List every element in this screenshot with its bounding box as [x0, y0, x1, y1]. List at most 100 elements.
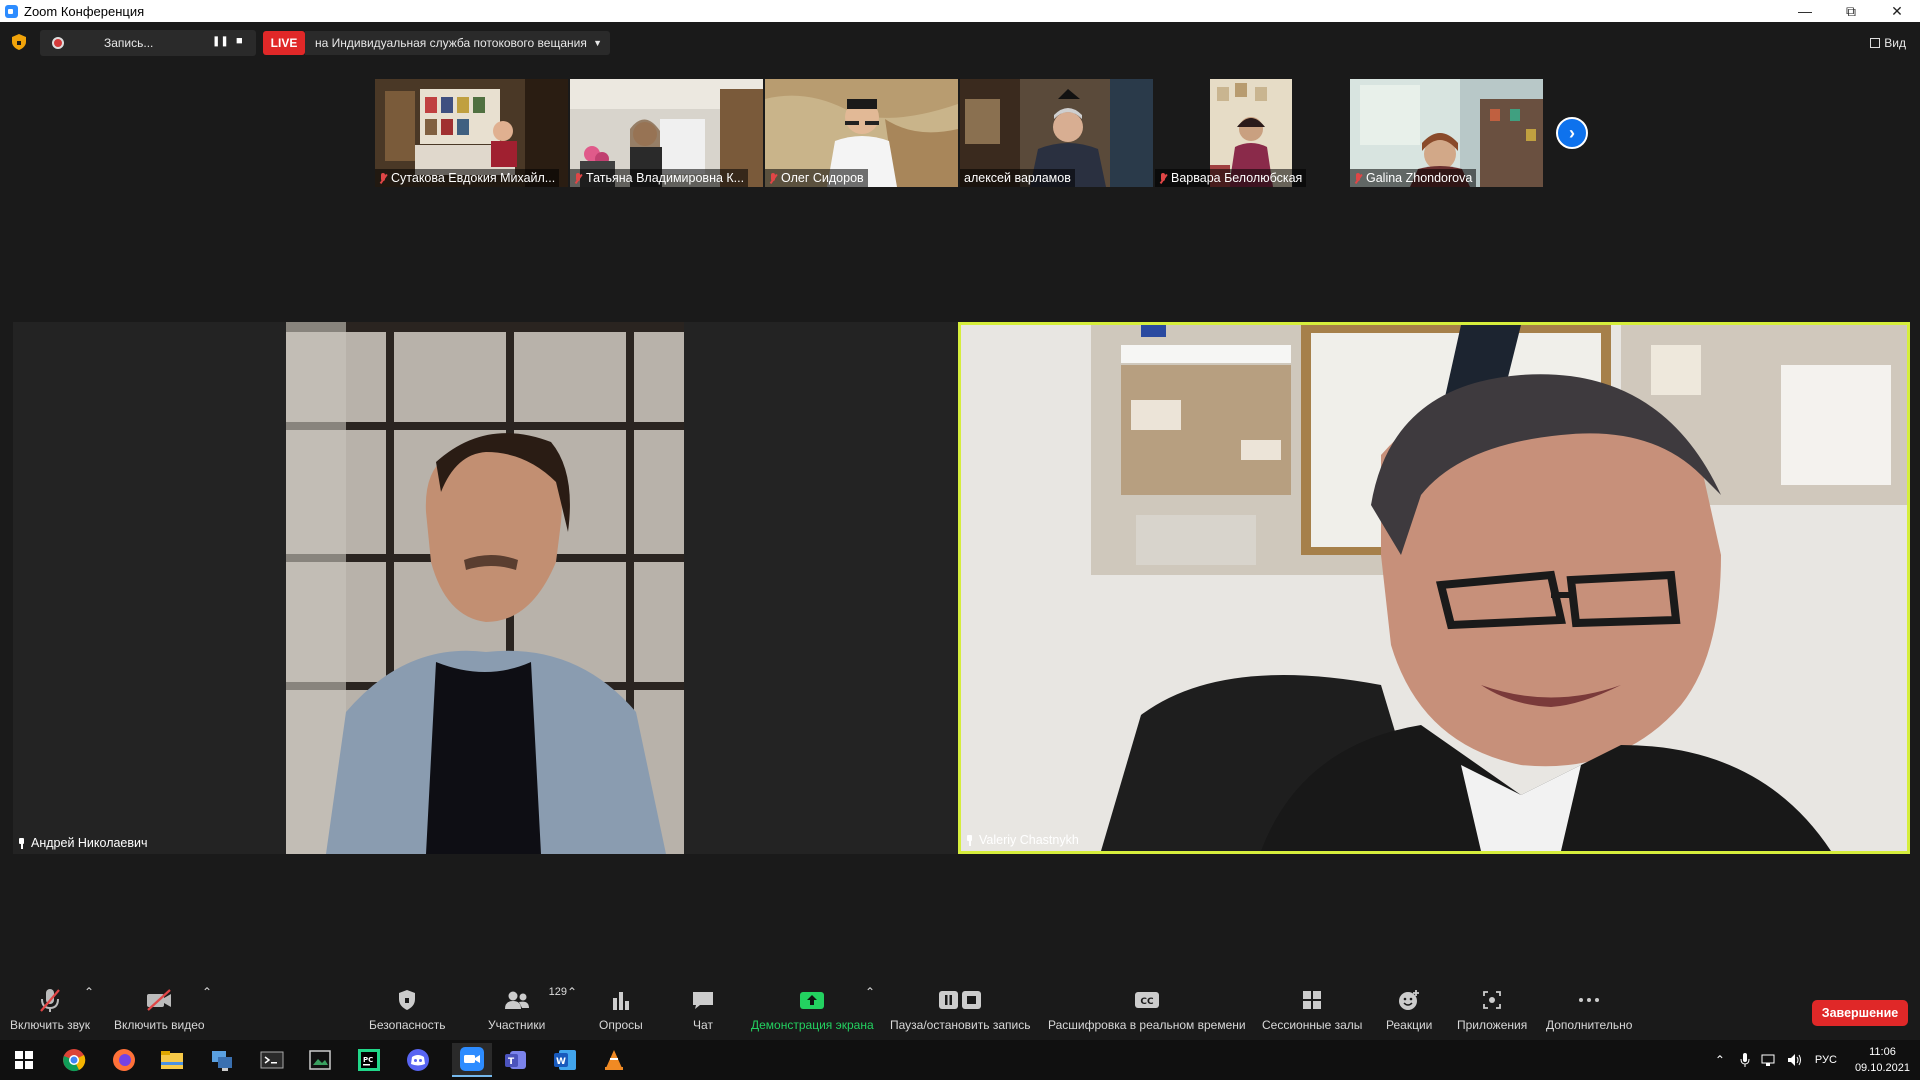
- participant-name: Сутакова Евдокия Михайл...: [391, 171, 556, 185]
- vlc-icon[interactable]: [600, 1046, 628, 1074]
- closed-caption-icon: CC: [1134, 992, 1159, 1008]
- network-status-icon[interactable]: [1761, 1053, 1777, 1067]
- muted-microphone-icon: [40, 989, 60, 1012]
- chat-button[interactable]: Чат: [691, 985, 715, 1035]
- word-icon[interactable]: W: [551, 1046, 579, 1074]
- video-off-icon: [147, 989, 172, 1011]
- window-title-bar: Zoom Конференция — ⧉ ✕: [0, 0, 1920, 22]
- screenshot-icon[interactable]: [306, 1046, 334, 1074]
- file-explorer-icon[interactable]: [158, 1046, 186, 1074]
- recording-dot-icon: [52, 37, 64, 49]
- participants-button[interactable]: 129 Участники: [488, 985, 567, 1035]
- security-shield-icon: [399, 990, 416, 1010]
- end-meeting-button[interactable]: Завершение: [1812, 1000, 1908, 1026]
- encryption-shield-icon[interactable]: [12, 34, 26, 50]
- participant-name-tag: Андрей Николаевич: [17, 836, 148, 850]
- polls-icon: [612, 992, 629, 1010]
- participant-name: Олег Сидоров: [781, 171, 864, 185]
- participant-thumbnail[interactable]: Galina Zhondorova: [1350, 79, 1543, 187]
- muted-mic-icon: [1159, 172, 1167, 184]
- participant-thumbnail[interactable]: Варвара Белолюбская: [1155, 79, 1348, 187]
- start-video-button[interactable]: Включить видео: [114, 985, 205, 1035]
- close-button[interactable]: ✕: [1874, 0, 1920, 22]
- microphone-icon[interactable]: [1739, 1052, 1751, 1068]
- network-icon[interactable]: [208, 1046, 236, 1074]
- muted-mic-icon: [769, 172, 777, 184]
- livestream-target-dropdown[interactable]: на Индивидуальная служба потокового веща…: [305, 31, 610, 55]
- video-options-chevron-icon[interactable]: ⌃: [202, 985, 212, 1035]
- livestream-target-label: на Индивидуальная служба потокового веща…: [315, 36, 587, 50]
- video-tile-active-speaker[interactable]: Valeriy Chastnykh: [958, 322, 1910, 854]
- gallery-view-icon: [1870, 38, 1881, 48]
- show-hidden-icons-chevron-icon[interactable]: ⌃: [1715, 1053, 1725, 1067]
- live-transcript-label: Расшифровка в реальном времени: [1048, 1018, 1246, 1032]
- participant-thumbnail[interactable]: Олег Сидоров: [765, 79, 958, 187]
- muted-mic-icon: [1354, 172, 1362, 184]
- participant-thumbnail[interactable]: алексей варламов: [960, 79, 1153, 187]
- pause-recording-icon[interactable]: ❚❚: [212, 36, 229, 47]
- participant-name-tag: алексей варламов: [960, 169, 1075, 187]
- svg-text:W: W: [556, 1057, 566, 1067]
- share-options-chevron-icon[interactable]: ⌃: [865, 985, 875, 1035]
- live-transcript-button[interactable]: CC Расшифровка в реальном времени: [1048, 985, 1246, 1035]
- participant-thumbnail-strip: Сутакова Евдокия Михайл... Татьяна Влади…: [375, 79, 1545, 187]
- participant-thumbnail[interactable]: Сутакова Евдокия Михайл...: [375, 79, 568, 187]
- next-page-arrow-icon[interactable]: ›: [1556, 117, 1588, 149]
- pin-icon: [965, 834, 974, 846]
- participant-thumbnail[interactable]: Татьяна Владимировна К...: [570, 79, 763, 187]
- terminal-icon[interactable]: [258, 1046, 286, 1074]
- participant-name: Galina Zhondorova: [1366, 171, 1473, 185]
- active-speaker-video-feed: [961, 325, 1907, 851]
- zoom-icon[interactable]: [452, 1043, 492, 1077]
- discord-icon[interactable]: [404, 1046, 432, 1074]
- chat-label: Чат: [693, 1018, 713, 1032]
- participant-name: алексей варламов: [964, 171, 1071, 185]
- share-screen-button[interactable]: Демонстрация экрана: [751, 985, 874, 1035]
- input-language-indicator[interactable]: РУС: [1815, 1054, 1837, 1066]
- view-label: Вид: [1884, 36, 1906, 50]
- clock-time: 11:06: [1869, 1046, 1896, 1058]
- share-screen-icon: [800, 992, 825, 1009]
- audio-options-chevron-icon[interactable]: ⌃: [84, 985, 94, 1035]
- chrome-icon[interactable]: [60, 1046, 88, 1074]
- system-clock[interactable]: 11:06 09.10.2021: [1855, 1044, 1910, 1076]
- live-badge[interactable]: LIVE: [263, 31, 305, 55]
- start-video-label: Включить видео: [114, 1018, 205, 1032]
- breakout-rooms-icon: [1303, 991, 1322, 1009]
- pycharm-icon[interactable]: PC: [355, 1046, 383, 1074]
- reactions-button[interactable]: Реакции: [1386, 985, 1432, 1035]
- unmute-button[interactable]: Включить звук: [10, 985, 90, 1035]
- breakout-rooms-button[interactable]: Сессионные залы: [1262, 985, 1362, 1035]
- volume-icon[interactable]: [1787, 1053, 1803, 1067]
- recording-controls-icon: [939, 991, 982, 1009]
- reactions-label: Реакции: [1386, 1018, 1433, 1032]
- apps-button[interactable]: Приложения: [1457, 985, 1527, 1035]
- firefox-icon[interactable]: [110, 1046, 138, 1074]
- windows-start-icon[interactable]: [10, 1046, 38, 1074]
- participants-options-chevron-icon[interactable]: ⌃: [567, 985, 577, 1035]
- pin-icon: [17, 837, 26, 849]
- security-button[interactable]: Безопасность: [369, 985, 446, 1035]
- restore-button[interactable]: ⧉: [1828, 0, 1874, 22]
- polls-button[interactable]: Опросы: [599, 985, 643, 1035]
- teams-icon[interactable]: T: [502, 1046, 530, 1074]
- minimize-button[interactable]: —: [1782, 0, 1828, 22]
- participant-name-tag: Варвара Белолюбская: [1155, 169, 1307, 187]
- more-label: Дополнительно: [1546, 1018, 1633, 1032]
- reactions-smiley-icon: [1399, 990, 1420, 1010]
- pause-stop-recording-button[interactable]: Пауза/остановить запись: [890, 985, 1030, 1035]
- chevron-down-icon: ▼: [593, 38, 602, 48]
- recording-label: Запись...: [104, 36, 154, 50]
- svg-text:PC: PC: [363, 1056, 373, 1064]
- zoom-logo-icon: [5, 4, 18, 18]
- participant-name: Татьяна Владимировна К...: [586, 171, 745, 185]
- participant-name-tag: Galina Zhondorova: [1350, 169, 1477, 187]
- participants-count: 129: [548, 986, 568, 998]
- stop-recording-icon[interactable]: ■: [236, 35, 243, 47]
- view-button[interactable]: Вид: [1870, 36, 1906, 50]
- polls-label: Опросы: [599, 1018, 643, 1032]
- participant-name-tag: Олег Сидоров: [765, 169, 868, 187]
- video-tile-left[interactable]: Андрей Николаевич: [13, 322, 958, 854]
- more-button[interactable]: Дополнительно: [1546, 985, 1632, 1035]
- security-label: Безопасность: [369, 1018, 446, 1032]
